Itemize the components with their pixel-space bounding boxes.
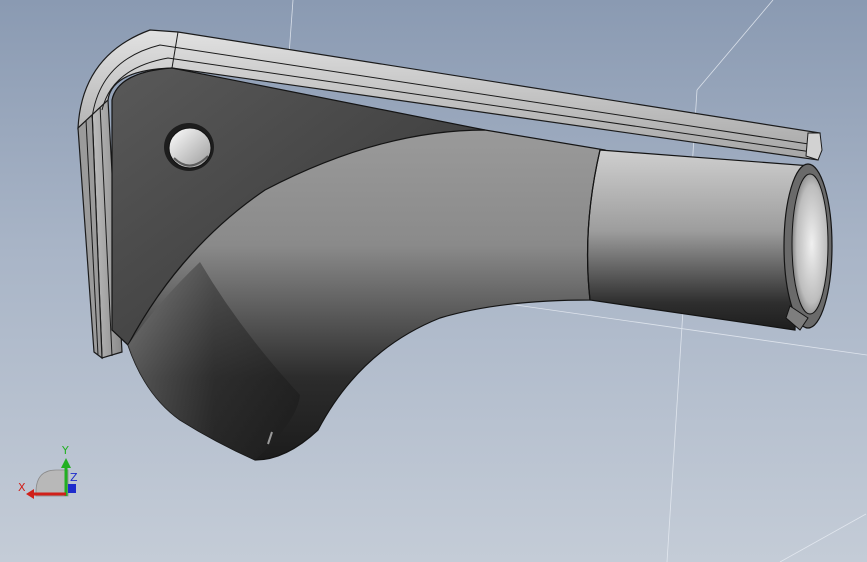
tube[interactable] xyxy=(586,149,813,331)
mounting-hole[interactable] xyxy=(164,123,214,171)
triad-y-label: Y xyxy=(62,444,69,457)
model-canvas[interactable] xyxy=(0,0,867,562)
tube-bore[interactable] xyxy=(783,163,833,331)
triad-x-label: X xyxy=(18,481,26,494)
triad-z-label: Z xyxy=(70,471,78,484)
z-axis-marker xyxy=(68,484,76,493)
coordinate-triad xyxy=(26,458,76,499)
3d-viewport[interactable]: X Y Z xyxy=(0,0,867,562)
